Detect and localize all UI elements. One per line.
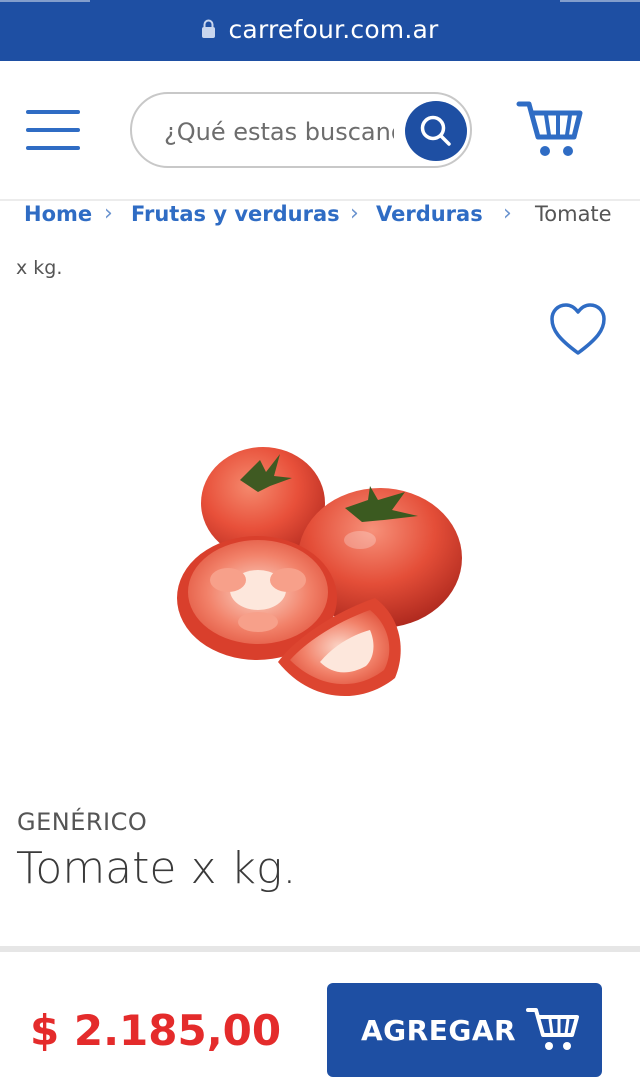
breadcrumb-verduras[interactable]: Verduras — [376, 202, 483, 226]
search-input[interactable] — [162, 112, 396, 152]
heart-icon[interactable] — [549, 302, 607, 358]
search-icon — [420, 115, 451, 146]
breadcrumb: Home › Frutas y verduras › Verduras › To… — [0, 200, 640, 290]
product-image — [177, 447, 462, 697]
url-text: carrefour.com.ar — [228, 14, 439, 44]
chevron-right-icon: › — [503, 201, 512, 226]
menu-icon[interactable] — [26, 110, 80, 150]
add-to-cart-button[interactable]: AGREGAR — [327, 983, 602, 1077]
url-display[interactable]: carrefour.com.ar — [0, 12, 640, 46]
status-bar-fragment — [560, 0, 640, 2]
browser-url-bar[interactable]: carrefour.com.ar — [0, 0, 640, 61]
breadcrumb-current-continued: x kg. — [16, 257, 63, 279]
product-price: $ 2.185,00 — [30, 1006, 282, 1055]
chevron-right-icon: › — [350, 201, 359, 226]
product-title: Tomate x kg. — [16, 843, 297, 894]
breadcrumb-frutas-y-verduras[interactable]: Frutas y verduras — [131, 202, 340, 226]
cart-icon — [526, 1008, 580, 1050]
chevron-right-icon: › — [104, 201, 113, 226]
cart-icon[interactable] — [516, 99, 584, 161]
add-to-cart-label: AGREGAR — [361, 1013, 517, 1047]
breadcrumb-current: Tomate — [535, 202, 612, 226]
breadcrumb-home[interactable]: Home — [24, 202, 92, 226]
search-button[interactable] — [405, 101, 467, 161]
status-bar-fragment — [0, 0, 90, 2]
product-brand: GENÉRICO — [17, 808, 148, 836]
purchase-bar: $ 2.185,00 AGREGAR — [0, 946, 640, 1090]
search-box — [130, 92, 472, 168]
lock-icon — [202, 19, 216, 38]
site-header — [0, 61, 640, 201]
